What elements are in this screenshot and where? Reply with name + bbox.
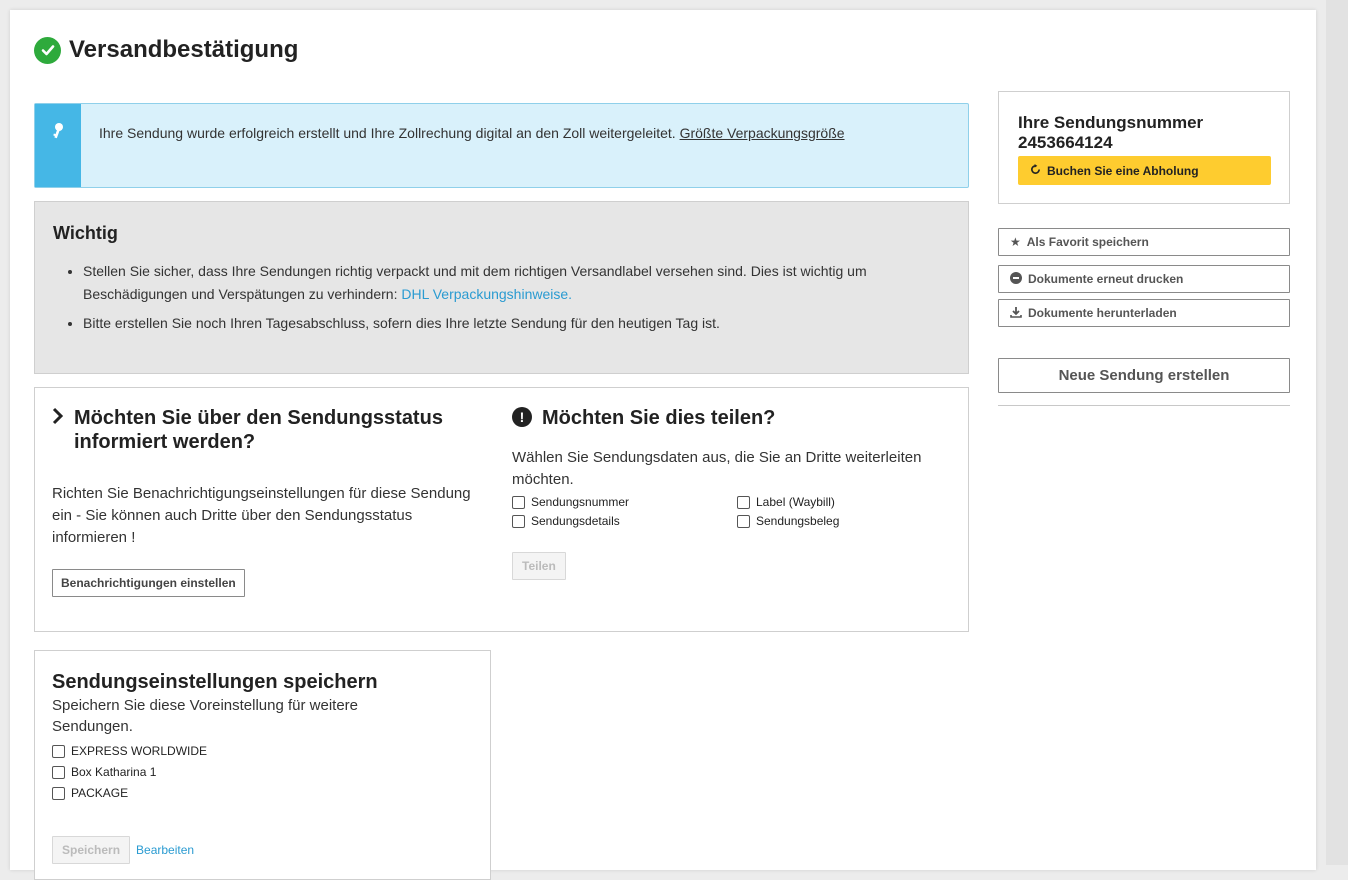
book-pickup-label: Buchen Sie eine Abholung (1047, 163, 1199, 178)
option-label: Sendungsdetails (531, 514, 620, 528)
share-option-tracking-number[interactable]: Sendungsnummer (512, 495, 737, 509)
divider (998, 405, 1290, 406)
important-heading: Wichtig (53, 223, 118, 243)
tracking-number: 2453664124 (1018, 133, 1113, 152)
save-settings-actions: Speichern Bearbeiten (52, 836, 194, 864)
option-label: EXPRESS WORLDWIDE (71, 744, 208, 758)
share-description: Wählen Sie Sendungsdaten aus, die Sie an… (512, 449, 922, 488)
share-option-receipt[interactable]: Sendungsbeleg (737, 514, 937, 528)
largest-package-size-link[interactable]: Größte Verpackungsgröße (680, 125, 845, 141)
alert-text: Ihre Sendung wurde erfolgreich erstellt … (81, 104, 861, 187)
important-list: Stellen Sie sicher, dass Ihre Sendungen … (65, 260, 955, 341)
check-circle-icon (34, 36, 61, 64)
share-section: ! Möchten Sie dies teilen? Wählen Sie Se… (512, 406, 952, 580)
new-shipment-button[interactable]: Neue Sendung erstellen (998, 358, 1290, 393)
key-icon (51, 122, 65, 187)
reprint-documents-button[interactable]: Dokumente erneut drucken (998, 265, 1290, 293)
checkbox[interactable] (52, 765, 65, 779)
reprint-documents-label: Dokumente erneut drucken (1028, 272, 1184, 286)
option-package[interactable]: PACKAGE (52, 786, 207, 800)
option-label: Sendungsbeleg (756, 514, 840, 528)
refresh-icon (1030, 163, 1041, 178)
share-heading-text: Möchten Sie dies teilen? (542, 407, 776, 429)
success-alert: Ihre Sendung wurde erfolgreich erstellt … (34, 103, 969, 188)
dhl-packaging-link[interactable]: DHL Verpackungshinweise. (401, 286, 572, 302)
option-label: Box Katharina 1 (71, 765, 157, 779)
setup-notifications-button[interactable]: Benachrichtigungen einstellen (52, 569, 245, 597)
alert-message: Ihre Sendung wurde erfolgreich erstellt … (99, 125, 676, 141)
save-favorite-button[interactable]: ★ Als Favorit speichern (998, 228, 1290, 256)
alert-icon-column (35, 104, 81, 187)
important-notice: Wichtig Stellen Sie sicher, dass Ihre Se… (34, 201, 969, 374)
important-item-daily-closing: Bitte erstellen Sie noch Ihren Tagesabsc… (83, 312, 939, 335)
checkbox[interactable] (52, 744, 65, 758)
chevron-right-icon (52, 406, 64, 432)
checkbox[interactable] (512, 495, 525, 509)
confirmation-page: Versandbestätigung Ihre Sendung wurde er… (10, 10, 1316, 880)
download-icon (1010, 306, 1022, 321)
checkbox[interactable] (737, 495, 750, 509)
save-button[interactable]: Speichern (52, 836, 131, 864)
option-label: PACKAGE (71, 786, 129, 800)
page-title-text: Versandbestätigung (69, 36, 299, 63)
share-option-shipment-details[interactable]: Sendungsdetails (512, 514, 737, 528)
notify-description: Richten Sie Benachrichtigungseinstellung… (52, 485, 471, 546)
checkbox[interactable] (512, 514, 525, 528)
book-pickup-button[interactable]: Buchen Sie eine Abholung (1018, 156, 1271, 185)
star-icon: ★ (1010, 235, 1021, 249)
minus-circle-icon (1010, 271, 1022, 287)
option-box-katharina[interactable]: Box Katharina 1 (52, 765, 207, 779)
checkbox[interactable] (737, 514, 750, 528)
save-settings-options: EXPRESS WORLDWIDE Box Katharina 1 PACKAG… (52, 744, 207, 807)
edit-link[interactable]: Bearbeiten (136, 843, 194, 857)
notify-section: Möchten Sie über den Sendungsstatus info… (52, 406, 482, 597)
exclamation-circle-icon: ! (512, 407, 532, 427)
share-options: Sendungsnummer Label (Waybill) Sendungsd… (512, 495, 952, 528)
notify-heading: Möchten Sie über den Sendungsstatus info… (52, 406, 482, 454)
tracking-card: Ihre Sendungsnummer 2453664124 Buchen Si… (998, 91, 1290, 204)
download-documents-button[interactable]: Dokumente herunterladen (998, 299, 1290, 327)
share-button[interactable]: Teilen (512, 552, 566, 580)
option-label: Sendungsnummer (531, 495, 630, 509)
share-heading: ! Möchten Sie dies teilen? (512, 406, 952, 430)
save-settings-description: Speichern Sie diese Voreinstellung für w… (52, 697, 359, 735)
tracking-label: Ihre Sendungsnummer (1018, 113, 1204, 132)
notify-heading-text: Möchten Sie über den Sendungsstatus info… (74, 407, 443, 453)
share-option-label-waybill[interactable]: Label (Waybill) (737, 495, 937, 509)
page-title: Versandbestätigung (34, 36, 298, 64)
option-label: Label (Waybill) (756, 495, 835, 509)
important-item-packaging: Stellen Sie sicher, dass Ihre Sendungen … (83, 260, 939, 306)
save-settings-heading: Sendungseinstellungen speichern (52, 671, 378, 693)
save-settings-panel: Sendungseinstellungen speichern Speicher… (34, 650, 491, 880)
save-favorite-label: Als Favorit speichern (1026, 235, 1149, 249)
window-edge (1326, 0, 1348, 865)
notify-share-panel: Möchten Sie über den Sendungsstatus info… (34, 387, 969, 632)
checkbox[interactable] (52, 786, 65, 800)
download-documents-label: Dokumente herunterladen (1028, 306, 1177, 320)
option-express-worldwide[interactable]: EXPRESS WORLDWIDE (52, 744, 207, 758)
